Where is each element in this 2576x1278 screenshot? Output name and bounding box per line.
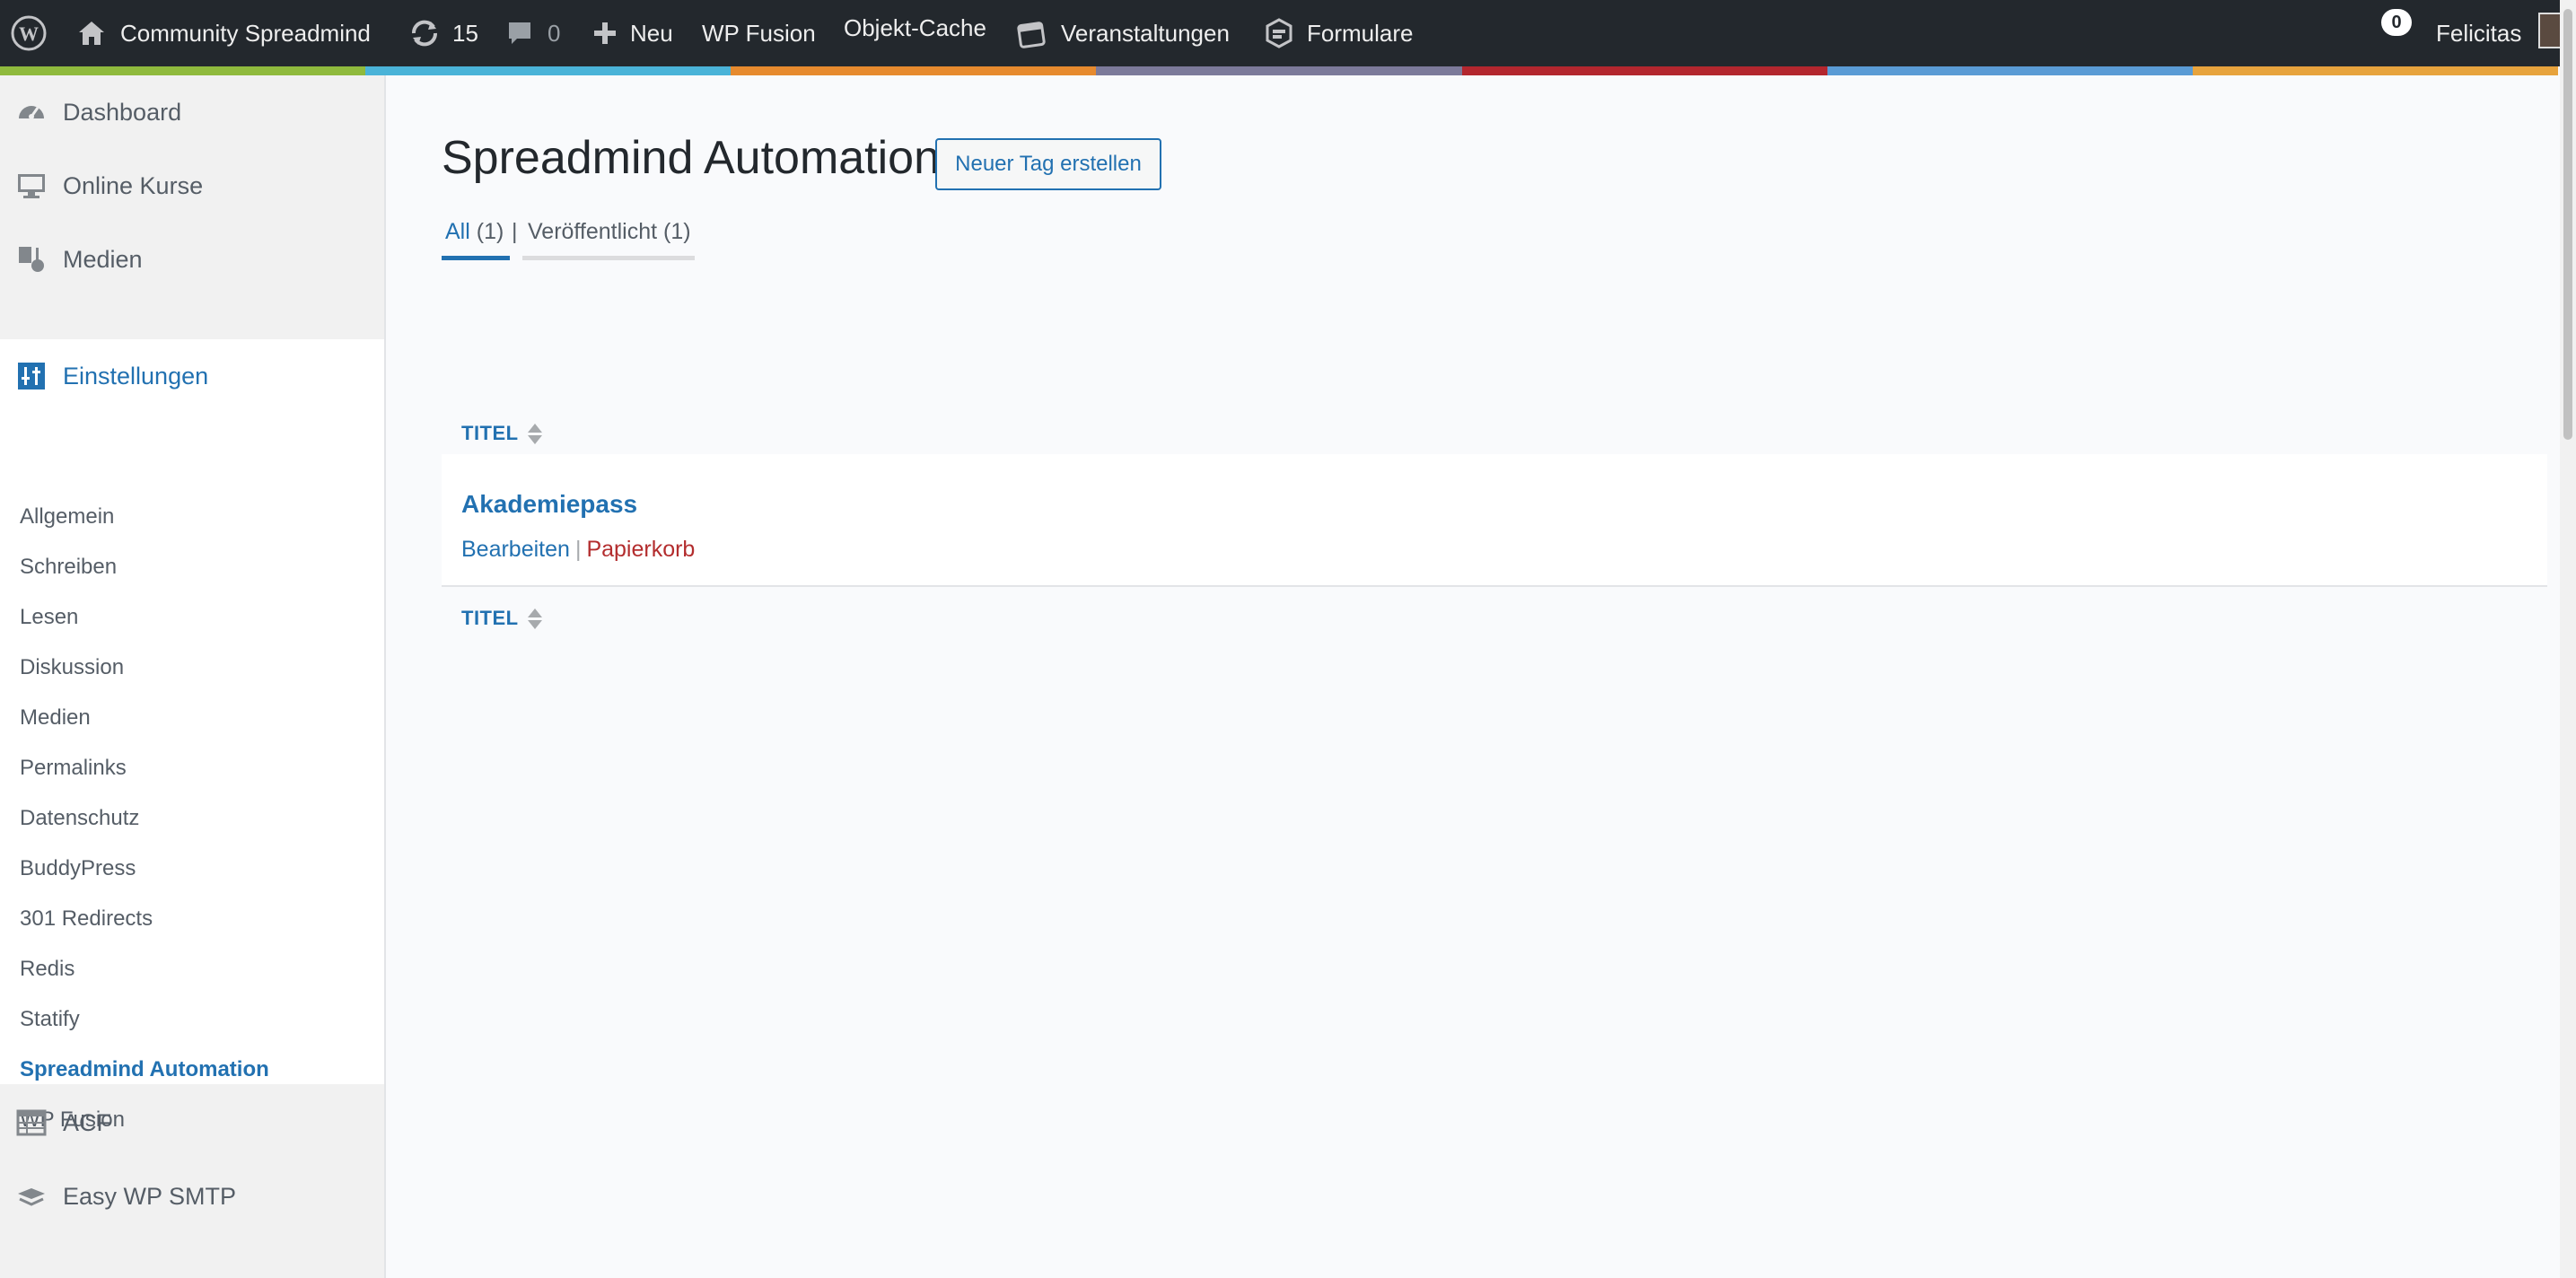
page-scrollbar[interactable]	[2560, 0, 2576, 1278]
user-account-link[interactable]: Felicitas	[2436, 0, 2521, 66]
new-content-link[interactable]: Neu	[592, 0, 673, 66]
object-cache-label: Objekt-Cache	[844, 13, 986, 41]
submenu-item-allgemein[interactable]: Allgemein	[0, 492, 384, 542]
wp-fusion-label: WP Fusion	[702, 19, 816, 47]
settings-icon	[0, 361, 63, 391]
menu-settings[interactable]: Einstellungen	[0, 339, 384, 413]
events-link[interactable]: Veranstaltungen	[1016, 0, 1230, 66]
row-trash-link[interactable]: Papierkorb	[586, 537, 695, 562]
submenu-item-lesen[interactable]: Lesen	[0, 592, 384, 643]
submenu-item-buddypress[interactable]: BuddyPress	[0, 844, 384, 894]
new-label: Neu	[630, 19, 673, 47]
settings-menu: Einstellungen Allgemein Schreiben Lesen …	[0, 339, 384, 1132]
submenu-item-schreiben[interactable]: Schreiben	[0, 542, 384, 592]
table-row: Akademiepass Bearbeiten | Papierkorb	[442, 454, 2547, 587]
wordpress-logo-icon[interactable]: W	[11, 0, 47, 66]
column-footer-label: TITEL	[461, 607, 519, 629]
menu-easy-wp-smtp[interactable]: Easy WP SMTP	[0, 1160, 384, 1233]
comment-icon	[506, 20, 533, 47]
admin-bar: W Community Spreadmind 15 0 Neu WP Fusio…	[0, 0, 2576, 66]
menu-label: Easy WP SMTP	[63, 1182, 237, 1210]
color-stripe-segment	[1096, 66, 1462, 75]
comments-link[interactable]: 0	[506, 0, 560, 66]
site-name-link[interactable]: Community Spreadmind	[77, 0, 371, 66]
home-icon	[77, 20, 106, 47]
color-stripe-segment	[1827, 66, 2193, 75]
color-stripe-segment	[1461, 66, 1827, 75]
notifications-badge[interactable]: 0	[2381, 9, 2412, 36]
updates-link[interactable]: 15	[409, 0, 478, 66]
menu-label: Online Kurse	[63, 171, 204, 199]
user-name: Felicitas	[2436, 19, 2522, 47]
submenu-item-permalinks[interactable]: Permalinks	[0, 743, 384, 793]
sort-icon	[527, 423, 542, 444]
dashboard-icon	[0, 97, 63, 127]
admin-sidebar: Dashboard Online Kurse Medien Einstellun…	[0, 75, 386, 1278]
avatar[interactable]	[2538, 13, 2562, 48]
forms-link[interactable]: Formulare	[1264, 0, 1413, 66]
column-header-label: TITEL	[461, 422, 519, 444]
updates-icon	[409, 18, 440, 48]
mail-icon	[0, 1181, 63, 1212]
menu-label: ACF	[63, 1108, 111, 1136]
forms-label: Formulare	[1307, 19, 1414, 47]
updates-count: 15	[452, 19, 478, 47]
row-actions: Bearbeiten | Papierkorb	[461, 537, 695, 563]
comments-count: 0	[548, 19, 561, 47]
color-stripe-segment	[731, 66, 1097, 75]
calendar-icon	[1016, 17, 1048, 49]
menu-label: Medien	[63, 245, 143, 273]
media-icon	[0, 244, 63, 275]
color-stripe-segment	[2192, 66, 2558, 75]
menu-dashboard[interactable]: Dashboard	[0, 75, 384, 149]
menu-label: Einstellungen	[63, 362, 209, 390]
object-cache-link[interactable]: Objekt-Cache	[844, 0, 986, 61]
row-edit-link[interactable]: Bearbeiten	[461, 537, 570, 562]
color-stripe	[0, 66, 2558, 75]
submenu-item-redis[interactable]: Redis	[0, 944, 384, 994]
site-name: Community Spreadmind	[120, 19, 371, 47]
submenu-item-diskussion[interactable]: Diskussion	[0, 643, 384, 693]
color-stripe-segment	[0, 66, 366, 75]
wp-fusion-link[interactable]: WP Fusion	[702, 0, 816, 66]
filter-all-count: (1)	[476, 219, 504, 244]
menu-label: Dashboard	[63, 98, 182, 126]
events-label: Veranstaltungen	[1061, 19, 1230, 47]
filter-all-link[interactable]: All (1)	[442, 219, 510, 260]
row-action-separator: |	[574, 537, 582, 562]
menu-media[interactable]: Medien	[0, 223, 384, 296]
submenu-item-301-redirects[interactable]: 301 Redirects	[0, 894, 384, 944]
settings-submenu: Allgemein Schreiben Lesen Diskussion Med…	[0, 492, 384, 1145]
sort-icon	[527, 608, 542, 629]
submenu-item-datenschutz[interactable]: Datenschutz	[0, 793, 384, 844]
table-icon	[0, 1107, 63, 1138]
column-footer-title[interactable]: TITEL	[461, 607, 542, 630]
row-title-link[interactable]: Akademiepass	[461, 490, 637, 519]
color-stripe-segment	[365, 66, 732, 75]
filter-separator: |	[512, 219, 518, 244]
scrollbar-thumb[interactable]	[2563, 9, 2572, 440]
filter-all-label: All	[445, 219, 470, 244]
submenu-item-medien[interactable]: Medien	[0, 693, 384, 743]
menu-online-courses[interactable]: Online Kurse	[0, 149, 384, 223]
new-tag-button[interactable]: Neuer Tag erstellen	[935, 138, 1161, 190]
forms-icon	[1264, 18, 1294, 48]
page-title: Spreadmind Automation	[442, 132, 941, 184]
menu-acf[interactable]: ACF	[0, 1086, 384, 1160]
svg-text:W: W	[19, 22, 39, 45]
plus-icon	[592, 21, 618, 46]
filter-published-link[interactable]: Veröffentlicht (1)	[522, 219, 695, 260]
column-header-title[interactable]: TITEL	[461, 422, 542, 445]
submenu-item-statify[interactable]: Statify	[0, 994, 384, 1045]
monitor-icon	[0, 171, 63, 201]
